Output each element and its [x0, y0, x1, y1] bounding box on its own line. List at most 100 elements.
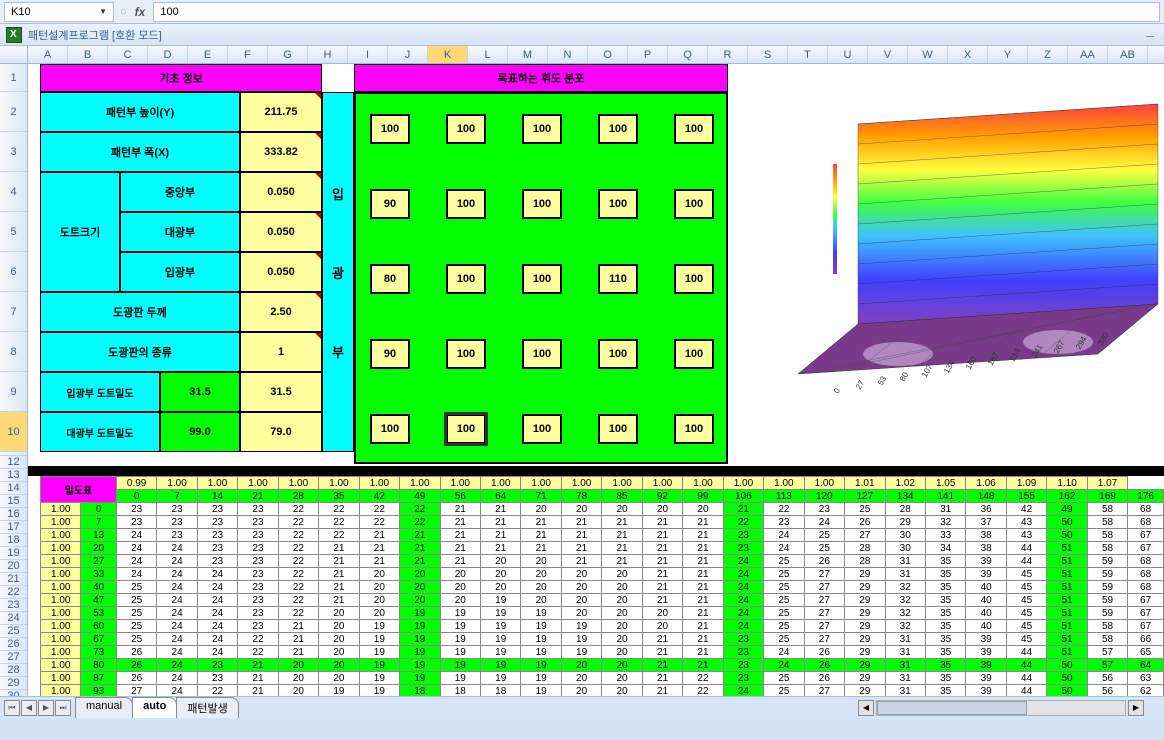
- col-header-G[interactable]: G: [268, 46, 308, 63]
- horizontal-scrollbar[interactable]: [876, 700, 1126, 716]
- col-header-Q[interactable]: Q: [668, 46, 708, 63]
- col-header-K[interactable]: K: [428, 46, 468, 63]
- row-header-1[interactable]: 1: [0, 64, 27, 92]
- luminance-cell[interactable]: 100: [522, 339, 562, 369]
- row-header-25[interactable]: 25: [0, 625, 27, 638]
- scroll-thumb[interactable]: [877, 701, 1027, 715]
- col-header-E[interactable]: E: [188, 46, 228, 63]
- col-header-N[interactable]: N: [548, 46, 588, 63]
- luminance-cell[interactable]: 100: [446, 264, 486, 294]
- col-header-S[interactable]: S: [748, 46, 788, 63]
- cells-area[interactable]: 기초 정보 목표하는 휘도 분포 패턴부 높이(Y) 211.75 패턴부 폭(…: [28, 64, 1164, 718]
- col-header-AB[interactable]: AB: [1108, 46, 1148, 63]
- row-header-18[interactable]: 18: [0, 534, 27, 547]
- luminance-cell[interactable]: 100: [446, 339, 486, 369]
- dot-max-value[interactable]: 0.050: [240, 212, 322, 252]
- col-header-X[interactable]: X: [948, 46, 988, 63]
- luminance-cell[interactable]: 110: [598, 264, 638, 294]
- row-header-28[interactable]: 28: [0, 664, 27, 677]
- col-header-Y[interactable]: Y: [988, 46, 1028, 63]
- luminance-cell[interactable]: 80: [370, 264, 410, 294]
- col-header-C[interactable]: C: [108, 46, 148, 63]
- luminance-cell[interactable]: 100: [370, 414, 410, 444]
- sheet-tab-manual[interactable]: manual: [75, 697, 133, 718]
- row-header-17[interactable]: 17: [0, 521, 27, 534]
- row-header-27[interactable]: 27: [0, 651, 27, 664]
- minimize-icon[interactable]: –: [1142, 27, 1158, 43]
- luminance-cell[interactable]: 100: [674, 189, 714, 219]
- luminance-cell[interactable]: 100: [674, 114, 714, 144]
- scroll-left-button[interactable]: ◀: [858, 700, 874, 716]
- row-header-23[interactable]: 23: [0, 599, 27, 612]
- luminance-cell[interactable]: 100: [522, 414, 562, 444]
- luminance-cell[interactable]: 100: [598, 414, 638, 444]
- col-header-U[interactable]: U: [828, 46, 868, 63]
- density-max-v1[interactable]: 99.0: [160, 412, 240, 452]
- col-header-W[interactable]: W: [908, 46, 948, 63]
- row-header-16[interactable]: 16: [0, 508, 27, 521]
- name-box[interactable]: K10 ▼: [4, 2, 114, 22]
- scroll-right-button[interactable]: ▶: [1128, 700, 1144, 716]
- sheet-tab-auto[interactable]: auto: [132, 697, 177, 718]
- row-header-14[interactable]: 14: [0, 482, 27, 495]
- tab-nav-next[interactable]: ▶: [38, 700, 54, 716]
- col-header-P[interactable]: P: [628, 46, 668, 63]
- luminance-cell[interactable]: 100: [674, 414, 714, 444]
- lgp-thickness-value[interactable]: 2.50: [240, 292, 322, 332]
- row-header-13[interactable]: 13: [0, 469, 27, 482]
- luminance-cell[interactable]: 90: [370, 189, 410, 219]
- luminance-cell[interactable]: 100: [370, 114, 410, 144]
- luminance-cell[interactable]: 100: [598, 114, 638, 144]
- col-header-A[interactable]: A: [28, 46, 68, 63]
- select-all-corner[interactable]: [0, 46, 28, 63]
- tab-nav-prev[interactable]: ◀: [21, 700, 37, 716]
- row-header-22[interactable]: 22: [0, 586, 27, 599]
- row-header-9[interactable]: 9: [0, 372, 27, 412]
- luminance-cell[interactable]: 90: [370, 339, 410, 369]
- col-header-J[interactable]: J: [388, 46, 428, 63]
- luminance-cell[interactable]: 100: [674, 339, 714, 369]
- luminance-cell[interactable]: 100: [598, 189, 638, 219]
- luminance-cell[interactable]: 100: [522, 189, 562, 219]
- row-header-26[interactable]: 26: [0, 638, 27, 651]
- tab-nav-last[interactable]: ⏭: [55, 700, 71, 716]
- luminance-cell[interactable]: 100: [522, 114, 562, 144]
- luminance-cell[interactable]: 100: [446, 189, 486, 219]
- col-header-AA[interactable]: AA: [1068, 46, 1108, 63]
- col-header-I[interactable]: I: [348, 46, 388, 63]
- luminance-cell[interactable]: 100: [598, 339, 638, 369]
- row-header-15[interactable]: 15: [0, 495, 27, 508]
- density-max-v2[interactable]: 79.0: [240, 412, 322, 452]
- luminance-cell[interactable]: 100: [446, 414, 486, 444]
- luminance-cell[interactable]: 100: [446, 114, 486, 144]
- pattern-height-value[interactable]: 211.75: [240, 92, 322, 132]
- col-header-O[interactable]: O: [588, 46, 628, 63]
- row-header-4[interactable]: 4: [0, 172, 27, 212]
- row-header-21[interactable]: 21: [0, 573, 27, 586]
- col-header-D[interactable]: D: [148, 46, 188, 63]
- tab-nav-first[interactable]: ⏮: [4, 700, 20, 716]
- density-in-v2[interactable]: 31.5: [240, 372, 322, 412]
- row-header-8[interactable]: 8: [0, 332, 27, 372]
- row-header-24[interactable]: 24: [0, 612, 27, 625]
- luminance-cell[interactable]: 100: [674, 264, 714, 294]
- pattern-width-value[interactable]: 333.82: [240, 132, 322, 172]
- col-header-V[interactable]: V: [868, 46, 908, 63]
- chart-3d-surface[interactable]: 0275380107134160187214241267294320: [738, 64, 1164, 464]
- fx-icon[interactable]: fx: [135, 5, 146, 19]
- row-header-2[interactable]: 2: [0, 92, 27, 132]
- dot-center-value[interactable]: 0.050: [240, 172, 322, 212]
- row-header-7[interactable]: 7: [0, 292, 27, 332]
- cancel-icon[interactable]: ○: [120, 6, 127, 18]
- row-header-5[interactable]: 5: [0, 212, 27, 252]
- luminance-cell[interactable]: 100: [522, 264, 562, 294]
- formula-input[interactable]: 100: [153, 2, 1160, 22]
- col-header-Z[interactable]: Z: [1028, 46, 1068, 63]
- row-header-29[interactable]: 29: [0, 677, 27, 690]
- row-header-3[interactable]: 3: [0, 132, 27, 172]
- col-header-F[interactable]: F: [228, 46, 268, 63]
- col-header-L[interactable]: L: [468, 46, 508, 63]
- dot-in-value[interactable]: 0.050: [240, 252, 322, 292]
- density-table[interactable]: 밀도표0.991.001.001.001.001.001.001.001.001…: [40, 476, 1164, 711]
- sheet-tab-패턴발생[interactable]: 패턴발생: [176, 697, 238, 718]
